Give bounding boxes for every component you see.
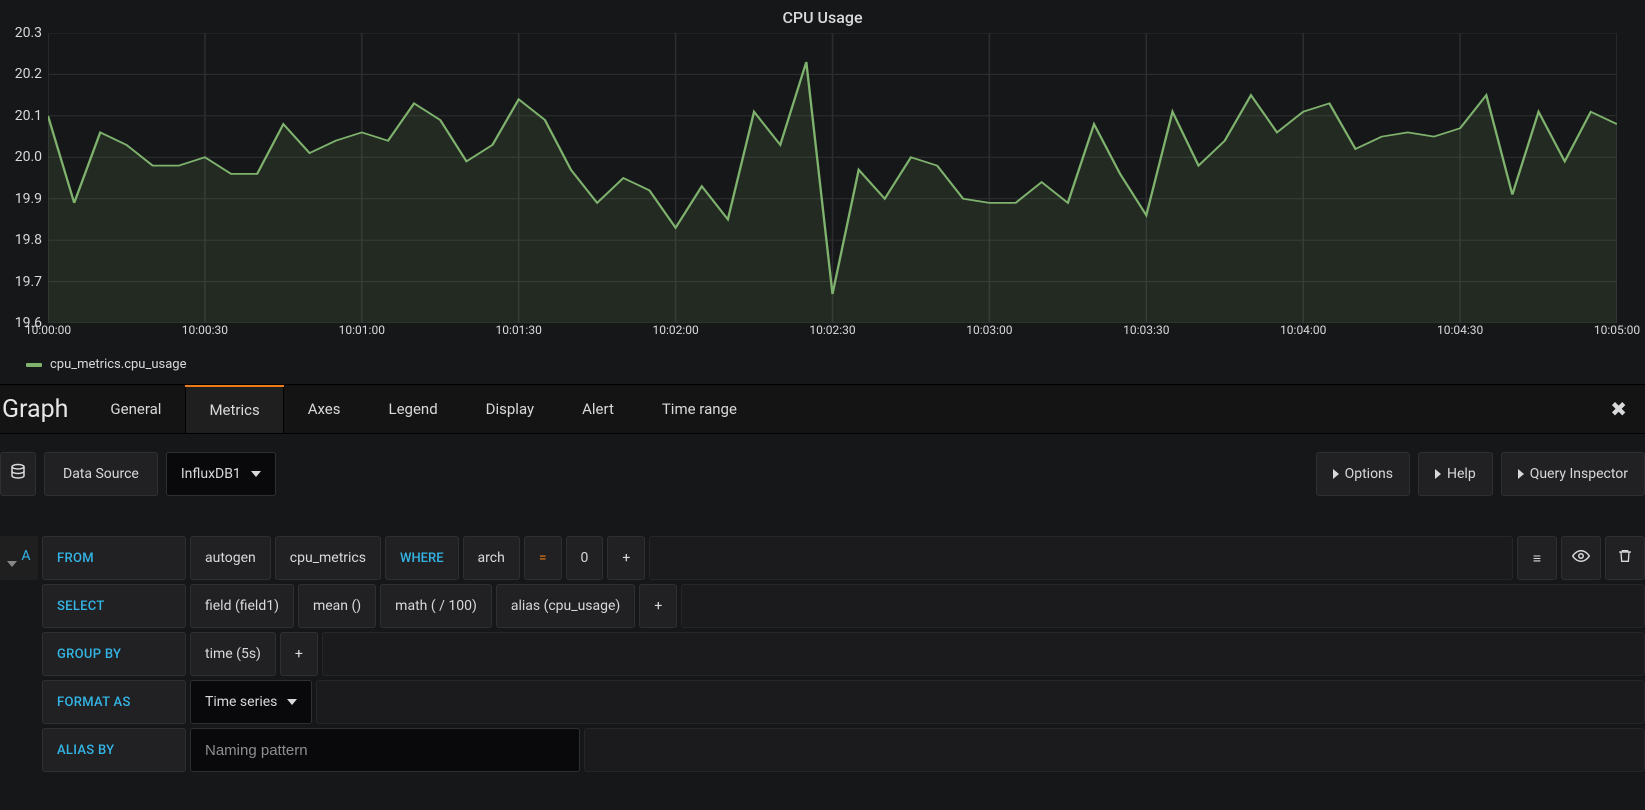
menu-icon: ≡ [1533, 550, 1541, 567]
query-row-tools: ≡ [1517, 536, 1645, 580]
chart-plot-area: 20.320.220.120.019.919.819.719.6 [48, 33, 1617, 323]
tab-alert[interactable]: Alert [558, 385, 638, 433]
query-row-from: A FROM autogen cpu_metrics WHERE arch = … [0, 536, 1645, 580]
where-tag-value[interactable]: 0 [566, 536, 604, 580]
close-button[interactable]: ✖ [1592, 385, 1645, 433]
where-operator[interactable]: = [524, 536, 562, 580]
x-tick-label: 10:03:00 [966, 323, 1012, 337]
close-icon: ✖ [1610, 397, 1627, 421]
groupby-add-button[interactable]: + [280, 632, 318, 676]
line-chart-svg [48, 33, 1617, 323]
tab-time-range[interactable]: Time range [638, 385, 761, 433]
query-id-label: A [21, 548, 30, 564]
from-measurement-segment[interactable]: cpu_metrics [275, 536, 381, 580]
y-tick-label: 19.8 [15, 232, 42, 248]
query-row-handle[interactable]: A [0, 536, 38, 580]
caret-right-icon [1435, 469, 1441, 479]
groupby-keyword: GROUP BY [42, 632, 186, 676]
format-select-value: Time series [205, 694, 277, 710]
select-agg-segment[interactable]: mean () [298, 584, 376, 628]
x-tick-label: 10:01:30 [496, 323, 542, 337]
groupby-time-segment[interactable]: time (5s) [190, 632, 276, 676]
options-label: Options [1345, 466, 1393, 482]
caret-right-icon [1333, 469, 1339, 479]
chevron-down-icon [287, 699, 297, 705]
chevron-down-icon [7, 561, 17, 567]
x-tick-label: 10:02:00 [652, 323, 698, 337]
caret-right-icon [1518, 469, 1524, 479]
row-filler [316, 680, 1645, 724]
row-filler [584, 728, 1645, 772]
x-tick-label: 10:00:00 [25, 323, 71, 337]
where-keyword: WHERE [385, 536, 459, 580]
query-row-alias: ALIAS BY [0, 728, 1645, 772]
tab-axes[interactable]: Axes [284, 385, 365, 433]
chart-legend: cpu_metrics.cpu_usage [8, 347, 1637, 384]
tab-metrics[interactable]: Metrics [185, 385, 283, 433]
legend-series-label: cpu_metrics.cpu_usage [50, 357, 186, 372]
query-row-select: SELECT field (field1) mean () math ( / 1… [0, 584, 1645, 628]
where-tag-key[interactable]: arch [463, 536, 520, 580]
alias-input[interactable] [190, 728, 580, 772]
query-editor: A FROM autogen cpu_metrics WHERE arch = … [0, 506, 1645, 772]
row-filler [322, 632, 1645, 676]
query-row-groupby: GROUP BY time (5s) + [0, 632, 1645, 676]
tab-general[interactable]: General [86, 385, 185, 433]
y-tick-label: 19.7 [15, 274, 42, 290]
y-tick-label: 20.1 [15, 108, 42, 124]
format-select[interactable]: Time series [190, 680, 312, 724]
x-tick-label: 10:03:30 [1123, 323, 1169, 337]
x-tick-label: 10:04:30 [1437, 323, 1483, 337]
chevron-down-icon [251, 471, 261, 477]
x-tick-label: 10:01:00 [339, 323, 385, 337]
trash-icon [1617, 548, 1633, 568]
tab-display[interactable]: Display [462, 385, 558, 433]
select-field-segment[interactable]: field (field1) [190, 584, 294, 628]
select-alias-segment[interactable]: alias (cpu_usage) [496, 584, 635, 628]
where-add-button[interactable]: + [607, 536, 645, 580]
inspector-label: Query Inspector [1530, 466, 1628, 482]
tab-legend[interactable]: Legend [365, 385, 462, 433]
select-keyword: SELECT [42, 584, 186, 628]
row-filler [681, 584, 1645, 628]
alias-keyword: ALIAS BY [42, 728, 186, 772]
y-tick-label: 20.2 [15, 66, 42, 82]
datasource-icon [0, 452, 36, 496]
panel-editor-tabs: Graph GeneralMetricsAxesLegendDisplayAle… [0, 384, 1645, 434]
chart-title: CPU Usage [8, 0, 1637, 33]
datasource-select-value: InfluxDB1 [181, 466, 241, 482]
x-tick-label: 10:00:30 [182, 323, 228, 337]
query-row-format: FORMAT AS Time series [0, 680, 1645, 724]
datasource-label: Data Source [44, 452, 158, 496]
chart-x-axis-labels: 10:00:0010:00:3010:01:0010:01:3010:02:00… [48, 323, 1617, 347]
query-options-button[interactable]: Options [1316, 452, 1410, 496]
x-tick-label: 10:02:30 [809, 323, 855, 337]
x-tick-label: 10:04:00 [1280, 323, 1326, 337]
eye-icon [1572, 547, 1590, 569]
toggle-visibility-button[interactable] [1561, 536, 1601, 580]
help-label: Help [1447, 466, 1476, 482]
select-add-button[interactable]: + [639, 584, 677, 628]
y-tick-label: 20.3 [15, 25, 42, 41]
x-tick-label: 10:05:00 [1594, 323, 1640, 337]
database-icon [9, 463, 27, 485]
toggle-edit-mode-button[interactable]: ≡ [1517, 536, 1557, 580]
format-keyword: FORMAT AS [42, 680, 186, 724]
y-tick-label: 19.9 [15, 191, 42, 207]
remove-query-button[interactable] [1605, 536, 1645, 580]
from-keyword: FROM [42, 536, 186, 580]
datasource-select[interactable]: InfluxDB1 [166, 452, 276, 496]
legend-swatch [26, 363, 42, 367]
from-policy-segment[interactable]: autogen [190, 536, 271, 580]
query-help-button[interactable]: Help [1418, 452, 1493, 496]
panel-type-label: Graph [0, 389, 86, 430]
y-tick-label: 20.0 [15, 149, 42, 165]
query-inspector-button[interactable]: Query Inspector [1501, 452, 1645, 496]
datasource-row: Data Source InfluxDB1 Options Help Query… [0, 434, 1645, 506]
select-math-segment[interactable]: math ( / 100) [380, 584, 492, 628]
row-filler [649, 536, 1513, 580]
chart-panel: CPU Usage 20.320.220.120.019.919.819.719… [0, 0, 1645, 384]
